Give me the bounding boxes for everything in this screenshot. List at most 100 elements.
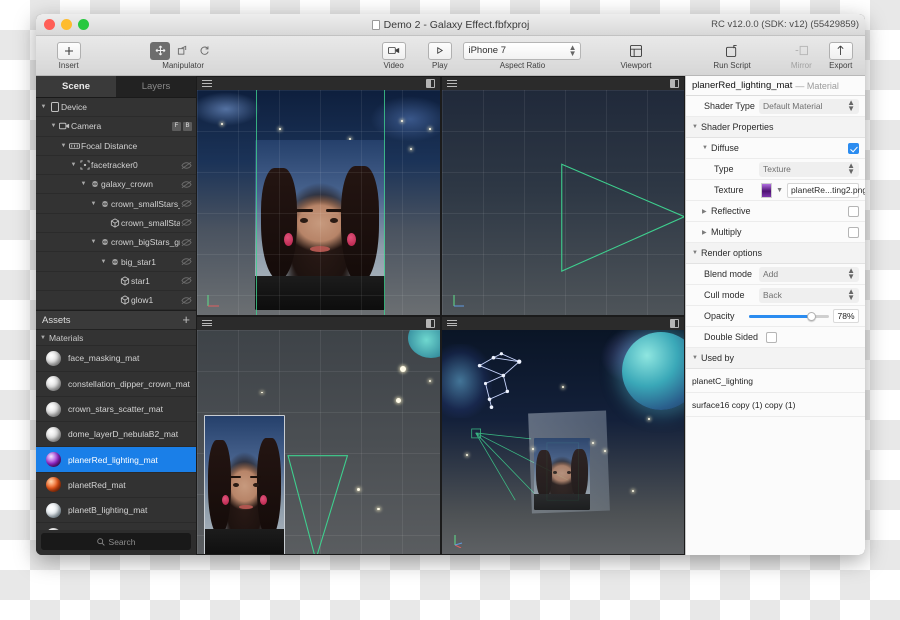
tree-item-crown-smallstars[interactable]: crown_smallStars [36,214,196,234]
visibility-off-icon[interactable] [180,238,192,247]
play-button[interactable] [427,41,452,60]
materials-group-row[interactable]: ▼ Materials [36,330,196,347]
texture-name-field[interactable]: planetRe...ting2.png [787,182,865,198]
hamburger-icon[interactable] [446,78,457,88]
asset-item[interactable]: crown_stars_scatter_mat [36,397,196,423]
visibility-off-icon[interactable] [180,296,192,305]
blend-mode-select[interactable]: Add ▲ ▼ [759,266,859,282]
visibility-off-icon[interactable] [180,218,192,227]
opacity-control[interactable]: 78% [749,309,859,323]
multiply-row[interactable]: ▶ Multiply [686,222,865,243]
tree-item-camera[interactable]: ▼ Camera F B [36,117,196,137]
visibility-off-icon[interactable] [180,257,192,266]
tree-item-galaxy-crown[interactable]: ▼ galaxy_crown [36,175,196,195]
panel-layout-icon[interactable] [425,79,435,88]
tree-item-glow1[interactable]: glow1 [36,291,196,311]
used-by-item[interactable]: planetC_lighting [686,369,865,393]
camera-badge-f[interactable]: F [172,121,181,131]
chevron-down-icon[interactable]: ▼ [39,104,48,110]
close-button[interactable] [44,19,55,30]
diffuse-checkbox[interactable] [848,142,859,154]
viewport-bottom-right-canvas[interactable] [441,329,684,554]
shader-type-row: Shader Type Default Material ▲ ▼ [686,96,865,117]
tree-item-crown-smallstars-rotator[interactable]: ▼ crown_smallStars_rotator [36,194,196,214]
chevron-down-icon[interactable]: ▼ [69,162,78,168]
viewport-top-right[interactable] [440,76,685,316]
mirror-button[interactable] [790,42,812,60]
asset-item[interactable]: planetRed_mat [36,473,196,499]
diffuse-row[interactable]: ▼ Diffuse [686,138,865,159]
chevron-down-icon[interactable]: ▼ [49,123,58,129]
texture-picker[interactable]: ▼ planetRe...ting2.png [761,182,865,198]
opacity-slider-knob[interactable] [807,311,817,321]
chevron-down-icon[interactable]: ▼ [772,187,787,194]
tree-item-star1[interactable]: star1 [36,272,196,291]
maximize-button[interactable] [78,19,89,30]
tab-layers[interactable]: Layers [116,76,196,98]
scale-tool-icon[interactable] [172,42,192,60]
viewport-top-left-canvas[interactable] [197,90,440,315]
blend-mode-row: Blend mode Add ▲ ▼ [686,264,865,285]
chevron-down-icon[interactable]: ▼ [89,239,98,245]
viewport-bottom-right[interactable] [440,315,685,555]
tree-item-crown-bigstars-grp[interactable]: ▼ crown_bigStars_grp [36,233,196,253]
viewport-bottom-left-canvas[interactable] [197,329,440,554]
chevron-down-icon[interactable]: ▼ [99,259,108,265]
opacity-value[interactable]: 78% [833,309,859,323]
chevron-down-icon[interactable]: ▼ [79,181,88,187]
asset-item[interactable]: constellation_dipper_crown_mat [36,372,196,397]
multiply-checkbox[interactable] [848,226,859,238]
camera-badge-b[interactable]: B [183,121,192,131]
aspect-ratio-select[interactable]: iPhone 7 ▲ ▼ [463,41,582,60]
asset-item[interactable]: particleMaterial2 copy (1) [36,523,196,530]
hamburger-icon[interactable] [446,318,457,328]
reflective-checkbox[interactable] [848,205,859,217]
viewport-button[interactable] [625,42,647,60]
run-script-button[interactable] [721,42,743,60]
viewport-top-right-canvas[interactable] [441,90,684,315]
double-sided-checkbox[interactable] [766,331,778,343]
insert-button[interactable] [56,41,81,60]
asset-item-label: constellation_dipper_crown_mat [68,378,190,389]
sidebar-tabs: Scene Layers [36,76,196,98]
panel-layout-icon[interactable] [425,318,435,328]
tree-item-device[interactable]: ▼ Device [36,98,196,118]
hamburger-icon[interactable] [202,318,212,328]
search-placeholder: Search [108,536,136,547]
rotate-tool-icon[interactable] [194,42,214,60]
hamburger-icon[interactable] [202,78,212,88]
asset-item[interactable]: planerRed_lighting_mat [36,447,196,473]
video-button[interactable] [381,41,406,60]
panel-layout-icon[interactable] [670,318,679,328]
reflective-row[interactable]: ▶ Reflective [686,201,865,222]
used-by-item[interactable]: surface16 copy (1) copy (1) [686,393,865,417]
tree-item-facetracker0[interactable]: ▼ facetracker0 [36,156,196,176]
minimize-button[interactable] [61,19,72,30]
viewport-top-left[interactable] [196,76,441,316]
panel-layout-icon[interactable] [670,79,679,88]
visibility-off-icon[interactable] [180,199,192,208]
tab-scene[interactable]: Scene [36,76,116,98]
chevron-down-icon[interactable]: ▼ [59,143,68,149]
asset-item[interactable]: planetB_lighting_mat [36,498,196,524]
shader-type-select[interactable]: Default Material ▲ ▼ [759,98,859,114]
search-input[interactable]: Search [41,533,191,550]
chevron-down-icon[interactable]: ▼ [89,201,98,207]
export-button[interactable] [828,41,853,60]
plus-icon[interactable]: + [182,313,190,326]
cull-mode-select[interactable]: Back ▲ ▼ [759,287,859,303]
visibility-off-icon[interactable] [180,161,192,170]
shader-properties-section[interactable]: ▼ Shader Properties [686,117,865,138]
visibility-off-icon[interactable] [180,276,192,285]
viewport-bottom-left[interactable] [196,315,441,555]
opacity-slider[interactable] [749,311,829,321]
tree-item-big-star1[interactable]: ▼ big_star1 [36,252,196,272]
tree-item-focal-distance[interactable]: ▼ Focal Distance [36,137,196,156]
used-by-section[interactable]: ▼ Used by [686,348,865,369]
move-tool-icon[interactable] [150,41,171,60]
visibility-off-icon[interactable] [180,180,192,189]
render-options-section[interactable]: ▼ Render options [686,243,865,264]
asset-item[interactable]: face_masking_mat [36,346,196,372]
type-select[interactable]: Texture ▲ ▼ [759,161,859,177]
asset-item[interactable]: dome_layerD_nebulaB2_mat [36,422,196,448]
